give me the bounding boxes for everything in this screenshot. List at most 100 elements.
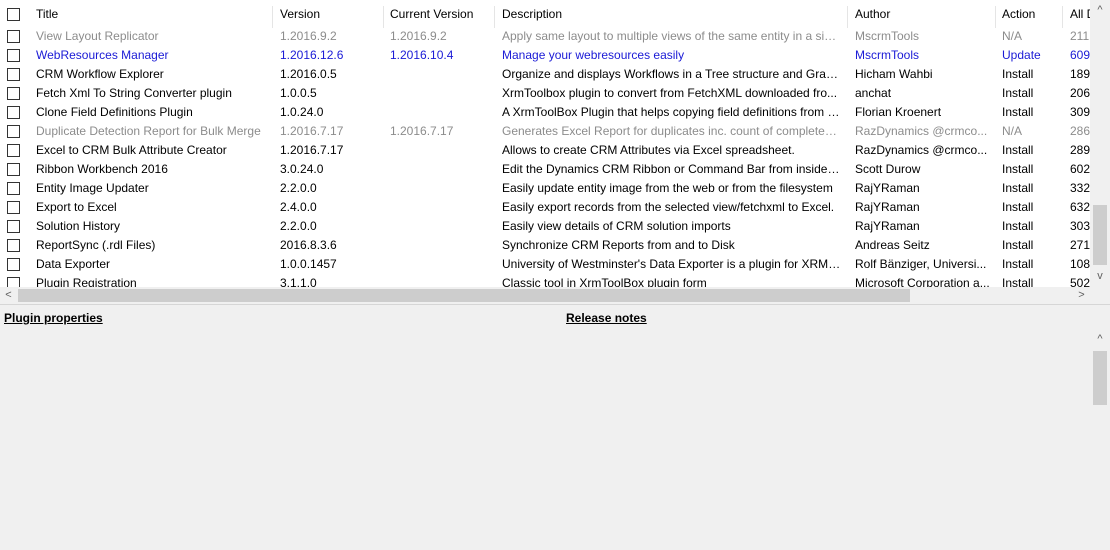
row-checkbox[interactable] [7,144,20,157]
plugin-grid: Title Version Current Version Descriptio… [0,0,1110,305]
cell-version: 1.2016.7.17 [280,143,344,157]
column-divider[interactable] [847,6,848,28]
scroll-up-icon[interactable]: ^ [1090,2,1110,19]
scrollbar-corner [1090,287,1110,304]
cell-version: 3.1.1.0 [280,276,317,287]
column-divider[interactable] [1062,6,1063,28]
cell-all-downloads: 303 [1070,219,1090,233]
table-row[interactable]: Plugin Registration 3.1.1.0 Classic tool i… [0,274,1090,287]
scroll-right-icon[interactable]: > [1073,287,1090,304]
cell-title: ReportSync (.rdl Files) [36,238,156,252]
column-header-description[interactable]: Description [502,3,842,25]
column-header-all-downloads[interactable]: All D [1070,3,1090,25]
select-all-checkbox[interactable] [7,8,20,21]
list-vertical-scroll-thumb[interactable] [1093,205,1107,265]
cell-all-downloads: 332 [1070,181,1090,195]
list-vertical-scrollbar[interactable]: ^ v [1090,0,1110,287]
row-checkbox[interactable] [7,30,20,43]
row-checkbox[interactable] [7,277,20,287]
scroll-up-icon[interactable]: ^ [1090,331,1110,348]
row-checkbox[interactable] [7,163,20,176]
cell-version: 2.4.0.0 [280,200,317,214]
plugin-list[interactable]: Title Version Current Version Descriptio… [0,0,1090,287]
cell-action: Install [1002,219,1034,233]
cell-version: 3.0.24.0 [280,162,324,176]
row-checkbox[interactable] [7,182,20,195]
cell-description: Classic tool in XrmToolBox plugin form [502,276,707,287]
row-checkbox[interactable] [7,201,20,214]
row-checkbox[interactable] [7,258,20,271]
table-row[interactable]: Solution History 2.2.0.0 Easily view detai… [0,217,1090,236]
cell-title: Duplicate Detection Report for Bulk Merg… [36,124,261,138]
cell-version: 1.0.0.1457 [280,257,337,271]
table-row[interactable]: CRM Workflow Explorer 1.2016.0.5 Organize … [0,65,1090,84]
table-row[interactable]: Fetch Xml To String Converter plugin 1.0.… [0,84,1090,103]
table-row[interactable]: Export to Excel 2.4.0.0 Easily export reco… [0,198,1090,217]
cell-author: MscrmTools [855,48,920,62]
plugin-details-panel: Plugin properties Release notes ^ [0,305,1110,550]
cell-author: RajYRaman [855,219,920,233]
column-header-title[interactable]: Title [36,3,266,25]
cell-description: Organize and displays Workflows in a Tre… [502,67,842,81]
cell-all-downloads: 309 [1070,105,1090,119]
cell-current-version [390,141,490,160]
cell-description: Generates Excel Report for duplicates in… [502,124,842,138]
table-row[interactable]: Entity Image Updater 2.2.0.0 Easily update… [0,179,1090,198]
table-row[interactable]: WebResources Manager 1.2016.12.6 1.2016.10… [0,46,1090,65]
row-checkbox[interactable] [7,49,20,62]
cell-all-downloads: 602 [1070,162,1090,176]
table-row[interactable]: Duplicate Detection Report for Bulk Merg… [0,122,1090,141]
row-checkbox[interactable] [7,125,20,138]
cell-action: Install [1002,200,1034,214]
column-header-action[interactable]: Action [1002,3,1052,25]
table-row[interactable]: Excel to CRM Bulk Attribute Creator 1.201… [0,141,1090,160]
cell-version: 1.2016.9.2 [280,29,337,43]
cell-current-version [390,217,490,236]
table-row[interactable]: Ribbon Workbench 2016 3.0.24.0 Edit the Dy… [0,160,1090,179]
row-checkbox[interactable] [7,220,20,233]
row-checkbox[interactable] [7,106,20,119]
column-divider[interactable] [995,6,996,28]
scroll-left-icon[interactable]: < [0,287,17,304]
cell-action: Install [1002,162,1034,176]
column-header-current-version[interactable]: Current Version [390,3,490,25]
column-divider[interactable] [272,6,273,28]
cell-description: Allows to create CRM Attributes via Exce… [502,143,795,157]
table-row[interactable]: Clone Field Definitions Plugin 1.0.24.0 A … [0,103,1090,122]
row-checkbox[interactable] [7,68,20,81]
list-horizontal-scrollbar[interactable]: < > [0,287,1090,304]
column-divider[interactable] [383,6,384,28]
row-checkbox[interactable] [7,87,20,100]
cell-all-downloads: 271 [1070,238,1090,252]
table-row[interactable]: View Layout Replicator 1.2016.9.2 1.2016.9… [0,27,1090,46]
release-notes-scroll-thumb[interactable] [1093,351,1107,405]
release-notes-scrollbar[interactable]: ^ [1090,327,1110,550]
cell-all-downloads: 108 [1070,257,1090,271]
cell-all-downloads: 289 [1070,143,1090,157]
cell-author: Andreas Seitz [855,238,930,252]
column-divider[interactable] [494,6,495,28]
scroll-down-icon[interactable]: v [1090,268,1110,285]
cell-current-version [390,65,490,84]
cell-version: 2.2.0.0 [280,219,317,233]
cell-author: Microsoft Corporation a... [855,276,990,287]
cell-version: 2.2.0.0 [280,181,317,195]
column-header-author[interactable]: Author [855,3,990,25]
cell-author: Hicham Wahbi [855,67,933,81]
column-header-version[interactable]: Version [280,3,380,25]
cell-version: 1.2016.12.6 [280,48,344,62]
cell-action: Install [1002,276,1034,287]
table-row[interactable]: Data Exporter 1.0.0.1457 University of Wes… [0,255,1090,274]
cell-action: Install [1002,67,1034,81]
row-checkbox[interactable] [7,239,20,252]
cell-action: Install [1002,86,1034,100]
cell-all-downloads: 502 [1070,276,1090,287]
cell-title: Fetch Xml To String Converter plugin [36,86,232,100]
cell-description: University of Westminster's Data Exporte… [502,257,842,271]
cell-description: Apply same layout to multiple views of t… [502,29,842,43]
cell-author: Scott Durow [855,162,921,176]
table-row[interactable]: ReportSync (.rdl Files) 2016.8.3.6 Synchro… [0,236,1090,255]
list-horizontal-scroll-thumb[interactable] [18,289,910,302]
cell-version: 1.2016.0.5 [280,67,337,81]
cell-description: Easily export records from the selected … [502,200,835,214]
